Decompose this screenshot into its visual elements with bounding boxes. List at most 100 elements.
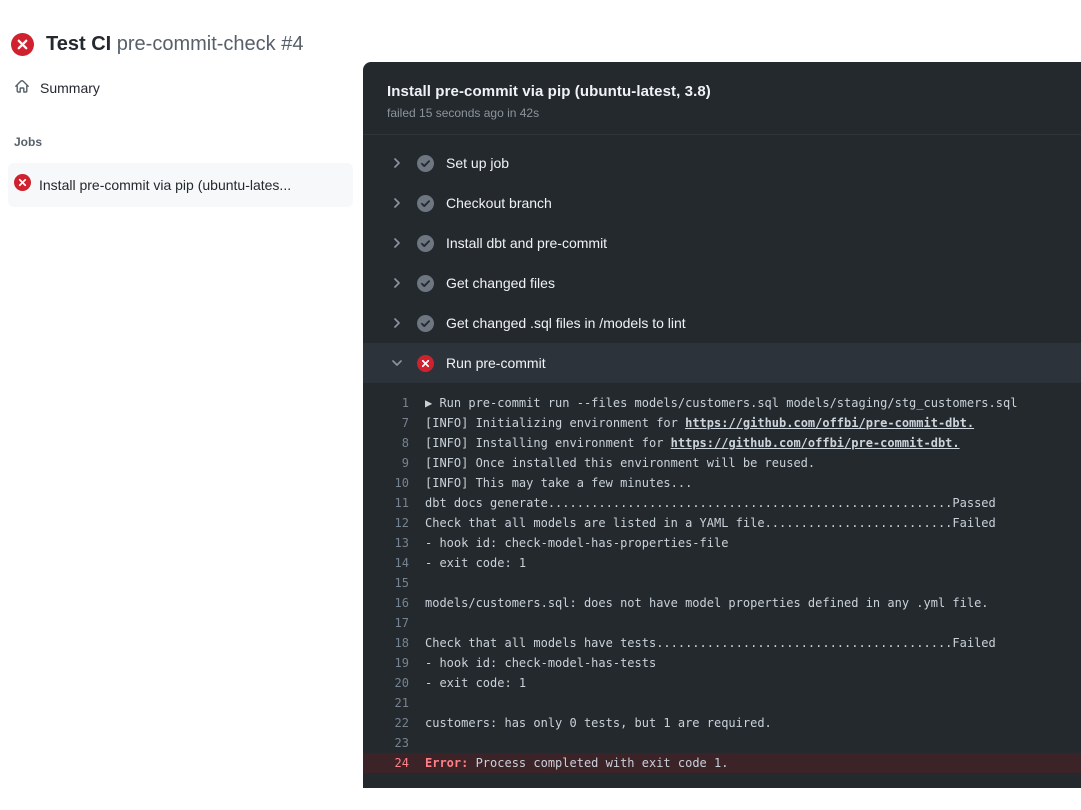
- log-line-number[interactable]: 23: [363, 733, 425, 753]
- log-line-number[interactable]: 24: [363, 753, 425, 773]
- log-line-number[interactable]: 1: [363, 393, 425, 413]
- step-label: Install dbt and pre-commit: [446, 235, 607, 251]
- log-text-segment: Failed: [952, 516, 995, 530]
- steps-list: Set up job Checkout branch Install dbt and…: [363, 135, 1081, 383]
- log-line-number[interactable]: 14: [363, 553, 425, 573]
- log-line-number[interactable]: 16: [363, 593, 425, 613]
- log-line-text: dbt docs generate.......................…: [425, 493, 996, 513]
- chevron-right-icon[interactable]: [389, 315, 405, 331]
- step-success-icon: [417, 275, 434, 292]
- log-text-segment: [INFO] Installing environment for: [425, 436, 671, 450]
- step-row[interactable]: Checkout branch: [363, 183, 1081, 223]
- chevron-right-icon[interactable]: [389, 275, 405, 291]
- log-line-text: customers: has only 0 tests, but 1 are r…: [425, 713, 772, 733]
- log-line-text: Error: Process completed with exit code …: [425, 753, 728, 773]
- chevron-right-icon[interactable]: [389, 195, 405, 211]
- log-line: 18Check that all models have tests......…: [363, 633, 1081, 653]
- log-line-text: models/customers.sql: does not have mode…: [425, 593, 989, 613]
- log-line-number[interactable]: 20: [363, 673, 425, 693]
- step-failed-icon: [417, 355, 434, 372]
- job-item-label: Install pre-commit via pip (ubuntu-lates…: [39, 177, 291, 193]
- log-line-text: Check that all models are listed in a YA…: [425, 513, 996, 533]
- run-header: Test CI pre-commit-check #4: [0, 0, 1081, 62]
- log-text-segment: - exit code: 1: [425, 676, 526, 690]
- log-line: 14- exit code: 1: [363, 553, 1081, 573]
- step-label: Get changed .sql files in /models to lin…: [446, 315, 686, 331]
- step-success-icon: [417, 315, 434, 332]
- home-icon: [14, 78, 30, 97]
- log-line: 23: [363, 733, 1081, 753]
- page-title: Test CI pre-commit-check #4: [46, 33, 303, 56]
- log-line-text: - exit code: 1: [425, 673, 526, 693]
- log-line-number[interactable]: 10: [363, 473, 425, 493]
- step-row[interactable]: Install dbt and pre-commit: [363, 223, 1081, 263]
- chevron-right-icon[interactable]: [389, 235, 405, 251]
- sidebar: Summary Jobs Install pre-commit via pip …: [0, 62, 363, 207]
- log-line: 16models/customers.sql: does not have mo…: [363, 593, 1081, 613]
- log-line-text: [INFO] Initializing environment for http…: [425, 413, 974, 433]
- sidebar-item-summary[interactable]: Summary: [0, 70, 363, 105]
- log-line-number[interactable]: 8: [363, 433, 425, 453]
- log-link[interactable]: https://github.com/offbi/pre-commit-dbt.: [671, 436, 960, 450]
- job-log-panel: Install pre-commit via pip (ubuntu-lates…: [363, 62, 1081, 788]
- log-line-number[interactable]: 9: [363, 453, 425, 473]
- step-label: Get changed files: [446, 275, 555, 291]
- log-line: 7[INFO] Initializing environment for htt…: [363, 413, 1081, 433]
- log-line-number[interactable]: 13: [363, 533, 425, 553]
- log-text-segment: Failed: [952, 636, 995, 650]
- chevron-down-icon[interactable]: [389, 355, 405, 371]
- job-failed-icon: [14, 174, 31, 196]
- step-row[interactable]: Run pre-commit: [363, 343, 1081, 383]
- step-row[interactable]: Set up job: [363, 143, 1081, 183]
- log-text-segment: - exit code: 1: [425, 556, 526, 570]
- log-text-segment: ▶ Run pre-commit run --files models/cust…: [425, 396, 1017, 410]
- log-line-error: 24Error: Process completed with exit cod…: [363, 753, 1081, 773]
- log-text-segment: customers: has only 0 tests, but 1 are r…: [425, 716, 772, 730]
- step-success-icon: [417, 195, 434, 212]
- job-title: Install pre-commit via pip (ubuntu-lates…: [387, 83, 1057, 100]
- run-name: pre-commit-check #4: [117, 33, 304, 55]
- log-text-segment: ..........................: [765, 516, 953, 530]
- step-success-icon: [417, 155, 434, 172]
- log-line-number[interactable]: 22: [363, 713, 425, 733]
- log-line-text: - hook id: check-model-has-properties-fi…: [425, 533, 728, 553]
- log-line-number[interactable]: 21: [363, 693, 425, 713]
- log-text-segment: - hook id: check-model-has-tests: [425, 656, 656, 670]
- job-log-header: Install pre-commit via pip (ubuntu-lates…: [363, 62, 1081, 135]
- log-line-number[interactable]: 15: [363, 573, 425, 593]
- step-label: Run pre-commit: [446, 355, 546, 371]
- log-line-text: [INFO] This may take a few minutes...: [425, 473, 692, 493]
- log-text-segment: ........................................…: [548, 496, 953, 510]
- log-line-number[interactable]: 18: [363, 633, 425, 653]
- log-line-text: [INFO] Once installed this environment w…: [425, 453, 815, 473]
- sidebar-item-job-failed[interactable]: Install pre-commit via pip (ubuntu-lates…: [8, 163, 353, 207]
- log-line: 1▶ Run pre-commit run --files models/cus…: [363, 393, 1081, 413]
- log-line-number[interactable]: 7: [363, 413, 425, 433]
- log-line: 8[INFO] Installing environment for https…: [363, 433, 1081, 453]
- step-row[interactable]: Get changed .sql files in /models to lin…: [363, 303, 1081, 343]
- step-label: Checkout branch: [446, 195, 552, 211]
- workflow-name: Test CI: [46, 33, 111, 55]
- chevron-right-icon[interactable]: [389, 155, 405, 171]
- log-line-number[interactable]: 19: [363, 653, 425, 673]
- log-line: 17: [363, 613, 1081, 633]
- log-line-text: ▶ Run pre-commit run --files models/cust…: [425, 393, 1017, 413]
- log-text-segment: Check that all models have tests: [425, 636, 656, 650]
- log-text-segment: - hook id: check-model-has-properties-fi…: [425, 536, 728, 550]
- log-line-number[interactable]: 11: [363, 493, 425, 513]
- log-text-segment: [INFO] Initializing environment for: [425, 416, 685, 430]
- log-output: 1▶ Run pre-commit run --files models/cus…: [363, 383, 1081, 785]
- log-line: 11dbt docs generate.....................…: [363, 493, 1081, 513]
- step-row[interactable]: Get changed files: [363, 263, 1081, 303]
- log-text-segment: [INFO] This may take a few minutes...: [425, 476, 692, 490]
- log-line-text: Check that all models have tests........…: [425, 633, 996, 653]
- log-line-number[interactable]: 12: [363, 513, 425, 533]
- log-line: 19- hook id: check-model-has-tests: [363, 653, 1081, 673]
- log-link[interactable]: https://github.com/offbi/pre-commit-dbt.: [685, 416, 974, 430]
- step-success-icon: [417, 235, 434, 252]
- log-text-segment: Passed: [952, 496, 995, 510]
- log-line: 22customers: has only 0 tests, but 1 are…: [363, 713, 1081, 733]
- log-line-number[interactable]: 17: [363, 613, 425, 633]
- error-label: Error:: [425, 756, 468, 770]
- log-text-segment: [INFO] Once installed this environment w…: [425, 456, 815, 470]
